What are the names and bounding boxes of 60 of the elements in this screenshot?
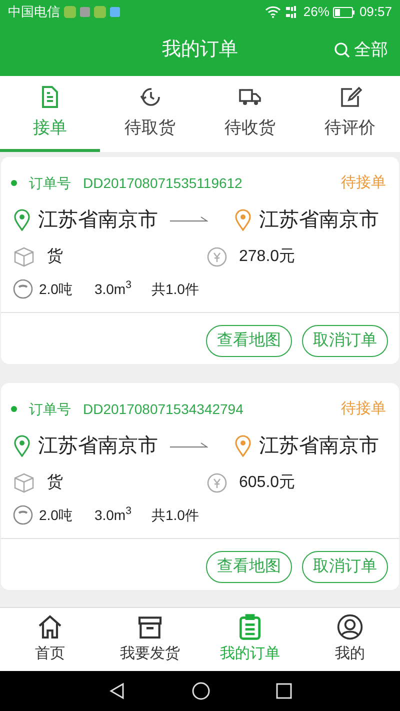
wifi-icon xyxy=(265,6,282,18)
destination-city: 江苏省南京市 xyxy=(259,434,379,458)
order-action-button[interactable]: 取消订单 xyxy=(302,324,388,356)
goods-type: 货 xyxy=(47,246,64,266)
clock-time: 09:57 xyxy=(359,3,392,22)
cargo-weight: 2.0吨 xyxy=(39,280,72,298)
order-action-button[interactable]: 查看地图 xyxy=(206,550,292,582)
package-icon xyxy=(13,472,35,492)
battery-level: 26% xyxy=(303,3,330,22)
yuan-coin-icon xyxy=(207,472,227,492)
package-icon xyxy=(13,246,35,266)
yuan-coin-icon xyxy=(207,246,227,266)
order-price: 605.0元 xyxy=(239,472,296,492)
tab[interactable]: 接单 xyxy=(0,76,100,152)
piece-count: 共1.0件 xyxy=(151,506,199,524)
notification-icon xyxy=(80,7,90,17)
home-button-icon[interactable] xyxy=(191,681,211,701)
edit-icon xyxy=(338,84,362,109)
location-pin-icon xyxy=(235,434,251,456)
order-status: 待接单 xyxy=(341,173,386,193)
recents-icon[interactable] xyxy=(276,683,292,699)
origin-city: 江苏省南京市 xyxy=(38,434,158,458)
order-number: DD201708071534342794 xyxy=(83,400,244,419)
all-orders-button[interactable]: 全部 xyxy=(334,37,388,62)
weight-icon xyxy=(13,279,33,299)
weight-icon xyxy=(13,505,33,525)
order-price: 278.0元 xyxy=(239,246,296,266)
nav-tab[interactable]: 首页 xyxy=(0,608,100,671)
nav-tab[interactable]: 我要发货 xyxy=(100,608,200,671)
order-number-label: 订单号 xyxy=(29,400,71,419)
nav-tab[interactable]: 我的订单 xyxy=(200,608,300,671)
order-number: DD201708071535119612 xyxy=(83,174,242,193)
user-icon xyxy=(336,613,364,642)
cargo-volume: 3.0m$^{3}$ xyxy=(94,504,132,524)
battery-icon xyxy=(333,6,356,18)
notification-icon xyxy=(64,6,76,18)
destination-city: 江苏省南京市 xyxy=(259,208,379,232)
cargo-weight: 2.0吨 xyxy=(39,506,72,524)
goods-type: 货 xyxy=(47,472,64,492)
back-icon[interactable] xyxy=(108,682,126,700)
nav-tab[interactable]: 我的 xyxy=(300,608,400,671)
origin-city: 江苏省南京市 xyxy=(38,208,158,232)
tab[interactable]: 待评价 xyxy=(300,76,400,152)
carrier-name: 中国电信 xyxy=(8,3,60,22)
notification-icon xyxy=(110,7,120,17)
page-title: 我的订单 xyxy=(162,38,238,62)
cargo-volume: 3.0m$^{3}$ xyxy=(94,278,132,298)
home-icon xyxy=(36,613,64,642)
order-number-label: 订单号 xyxy=(29,174,71,193)
tab[interactable]: 待取货 xyxy=(100,76,200,152)
piece-count: 共1.0件 xyxy=(151,280,199,298)
notification-icon xyxy=(94,6,106,18)
tab[interactable]: 待收货 xyxy=(200,76,300,152)
order-action-button[interactable]: 查看地图 xyxy=(206,324,292,356)
location-pin-icon xyxy=(235,208,251,230)
location-pin-icon xyxy=(14,208,30,230)
location-pin-icon xyxy=(14,434,30,456)
order-action-button[interactable]: 取消订单 xyxy=(302,550,388,582)
search-icon xyxy=(334,42,350,58)
order-status: 待接单 xyxy=(341,399,386,419)
